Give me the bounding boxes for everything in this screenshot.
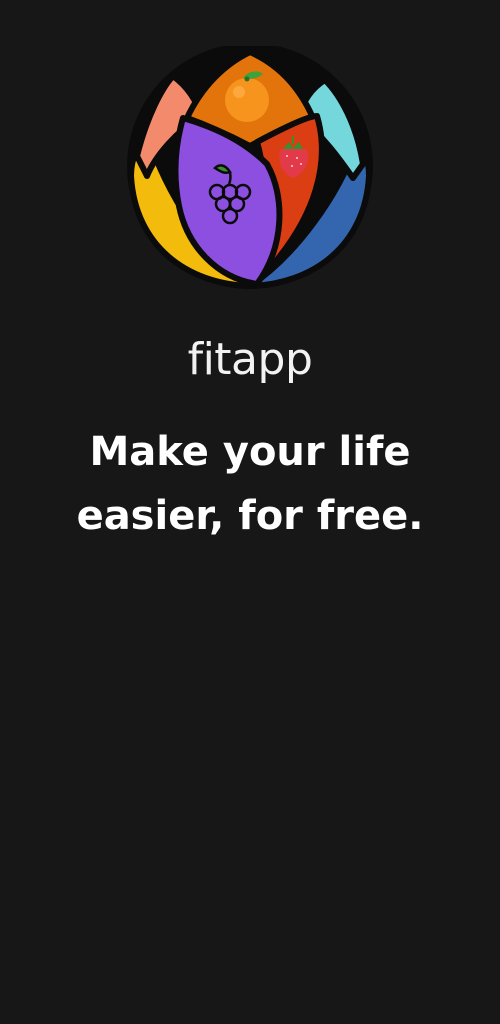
app-name: fitapp bbox=[187, 334, 313, 385]
tagline-line-1: Make your life bbox=[89, 429, 411, 475]
tagline-line-2: easier, for free. bbox=[76, 493, 424, 539]
tagline: Make your life easier, for free. bbox=[30, 420, 470, 548]
welcome-screen: fitapp Make your life easier, for free. bbox=[0, 0, 500, 1024]
fitapp-logo bbox=[127, 46, 373, 289]
